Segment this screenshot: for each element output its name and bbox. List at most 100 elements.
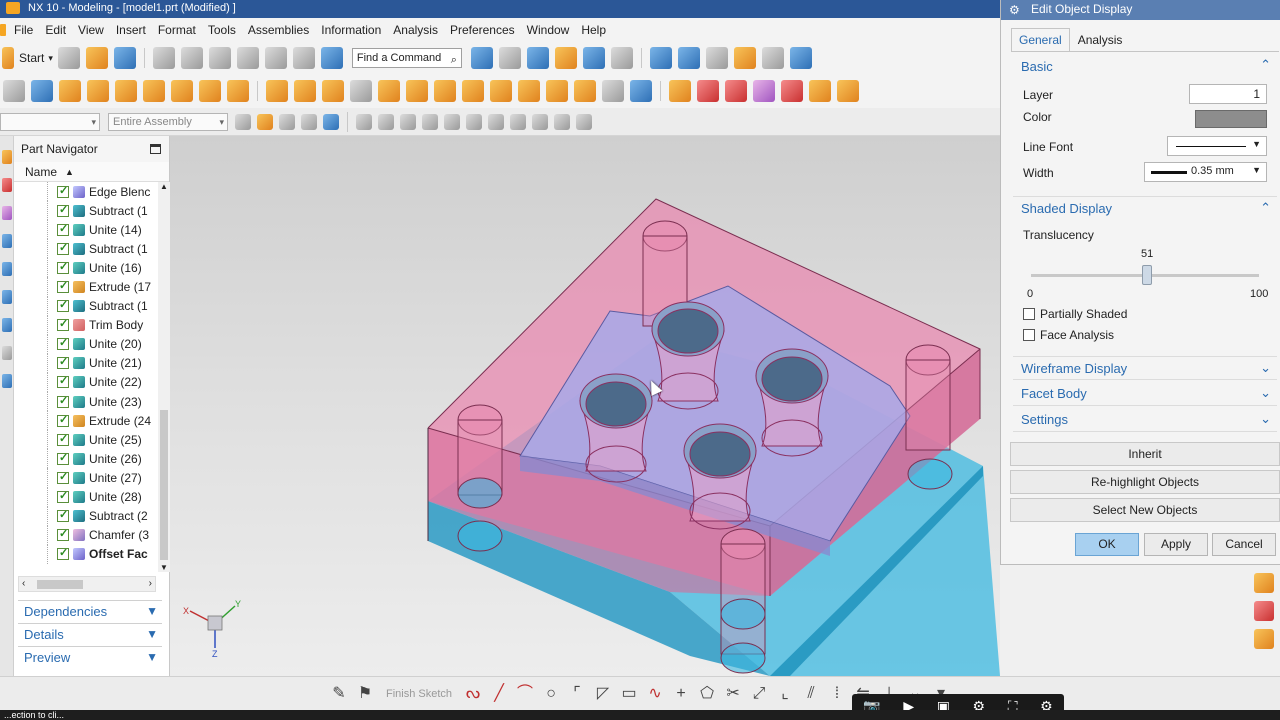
visibility-checkbox[interactable] xyxy=(57,546,69,561)
sync-copy-face-icon[interactable] xyxy=(837,80,859,102)
undo-icon[interactable] xyxy=(236,47,259,69)
vertical-scrollbar[interactable]: ▲ ▼ xyxy=(158,182,170,572)
chamfer-icon[interactable] xyxy=(518,80,540,102)
copy-icon[interactable] xyxy=(180,47,203,69)
make-corner-icon[interactable]: ⌞ xyxy=(776,685,794,703)
feature-tree-row[interactable]: Extrude (17 xyxy=(14,277,158,297)
visibility-checkbox[interactable] xyxy=(57,184,69,198)
pattern-feature-icon[interactable] xyxy=(266,80,288,102)
snap-existing-icon[interactable] xyxy=(554,113,570,130)
open-folder-icon[interactable] xyxy=(85,47,108,69)
translucency-slider-thumb[interactable] xyxy=(1142,265,1152,285)
visibility-checkbox[interactable] xyxy=(57,317,69,332)
process-studio-icon[interactable] xyxy=(2,346,12,360)
cancel-button[interactable]: Cancel xyxy=(1212,533,1276,556)
wireframe-display-section-header[interactable]: Wireframe Display ⌄ xyxy=(1013,356,1277,380)
select-new-objects-button[interactable]: Select New Objects xyxy=(1010,498,1280,522)
reuse-library-icon[interactable] xyxy=(2,234,12,248)
start-button[interactable]: Start xyxy=(17,51,46,65)
quick-trim-icon[interactable]: ✂ xyxy=(724,685,742,703)
wcs-icon[interactable] xyxy=(705,47,728,69)
paste-icon[interactable] xyxy=(208,47,231,69)
start-dropdown-icon[interactable]: ▾ xyxy=(46,53,55,64)
feature-tree-row[interactable]: Subtract (1 xyxy=(14,296,158,316)
touch-mode-icon[interactable] xyxy=(320,47,343,69)
scroll-down-icon[interactable]: ▼ xyxy=(160,563,168,572)
feature-tree-row[interactable]: Extrude (24 xyxy=(14,411,158,431)
save-icon[interactable] xyxy=(113,47,136,69)
snap-point-on-curve-icon[interactable] xyxy=(488,113,504,130)
pattern-curve-icon[interactable]: ⁞ xyxy=(828,685,846,703)
menu-window[interactable]: Window xyxy=(521,23,576,37)
menu-format[interactable]: Format xyxy=(152,23,202,37)
menu-information[interactable]: Information xyxy=(315,23,387,37)
system-materials-icon[interactable] xyxy=(2,318,12,332)
type-filter-select[interactable]: ▾ xyxy=(0,112,100,131)
repeat-command-icon[interactable] xyxy=(292,47,315,69)
ok-button[interactable]: OK xyxy=(1075,533,1139,556)
feature-tree-row[interactable]: Unite (23) xyxy=(14,392,158,412)
visibility-checkbox[interactable] xyxy=(57,298,69,313)
feature-tree-row[interactable]: Unite (26) xyxy=(14,449,158,469)
datum-axis-icon[interactable] xyxy=(630,80,652,102)
pocket-icon[interactable] xyxy=(143,80,165,102)
maximize-icon[interactable] xyxy=(150,144,161,154)
snap-center-icon[interactable] xyxy=(444,113,460,130)
menu-assemblies[interactable]: Assemblies xyxy=(242,23,315,37)
select-all-icon[interactable] xyxy=(235,113,251,130)
feature-tree-row[interactable]: Chamfer (3 xyxy=(14,525,158,545)
find-command-input[interactable]: Find a Command ⌕ xyxy=(351,48,462,68)
snap-end-icon[interactable] xyxy=(356,113,372,130)
feature-tree-row[interactable]: Trim Body xyxy=(14,315,158,335)
point-icon[interactable]: + xyxy=(672,685,690,703)
edge-blend-icon[interactable] xyxy=(490,80,512,102)
roles-icon[interactable] xyxy=(2,374,12,388)
menu-edit[interactable]: Edit xyxy=(39,23,72,37)
feature-tree-row[interactable]: Unite (22) xyxy=(14,372,158,393)
scroll-right-icon[interactable]: › xyxy=(149,578,152,589)
layer-settings-icon[interactable] xyxy=(554,47,577,69)
feature-tree-row[interactable]: Subtract (1 xyxy=(14,239,158,259)
snap-intersection-icon[interactable] xyxy=(422,113,438,130)
studio-spline-icon[interactable]: ∿ xyxy=(646,685,664,703)
color-swatch[interactable] xyxy=(1195,110,1267,128)
horizontal-scrollbar[interactable]: ‹ › xyxy=(18,576,156,592)
visibility-checkbox[interactable] xyxy=(57,413,69,427)
tab-general[interactable]: General xyxy=(1011,28,1070,52)
preview-section[interactable]: Preview ▼ xyxy=(18,646,162,668)
settings-section-header[interactable]: Settings ⌄ xyxy=(1013,408,1277,432)
assembly-filter-select[interactable]: Entire Assembly ▾ xyxy=(108,112,228,131)
move-object-icon[interactable] xyxy=(677,47,700,69)
unite-icon[interactable] xyxy=(322,80,344,102)
basic-section-header[interactable]: Basic ⌃ xyxy=(1013,54,1277,78)
draft-icon[interactable] xyxy=(546,80,568,102)
finish-sketch-icon[interactable]: ⚑ xyxy=(356,685,374,703)
rectangle-select-icon[interactable] xyxy=(301,113,317,130)
redo-icon[interactable] xyxy=(264,47,287,69)
sync-replace-face-icon[interactable] xyxy=(753,80,775,102)
part-navigator-icon[interactable] xyxy=(2,206,12,220)
visibility-checkbox[interactable] xyxy=(57,451,69,465)
hole-icon[interactable] xyxy=(87,80,109,102)
sync-offset-region-icon[interactable] xyxy=(725,80,747,102)
visibility-checkbox[interactable] xyxy=(57,470,69,484)
polygon-icon[interactable]: ⬠ xyxy=(698,685,716,703)
selection-filter-icon[interactable] xyxy=(761,47,784,69)
sketch-icon[interactable] xyxy=(3,80,25,102)
datum-plane-icon[interactable] xyxy=(602,80,624,102)
intersect-icon[interactable] xyxy=(378,80,400,102)
boss-icon[interactable] xyxy=(115,80,137,102)
general-selection-icon[interactable] xyxy=(257,113,273,130)
inherit-button[interactable]: Inherit xyxy=(1010,442,1280,466)
snap-mid-icon[interactable] xyxy=(378,113,394,130)
new-file-icon[interactable] xyxy=(57,47,80,69)
visibility-checkbox[interactable] xyxy=(57,527,69,542)
material-icon[interactable] xyxy=(1254,601,1274,621)
show-hide-icon[interactable] xyxy=(582,47,605,69)
feature-tree-row[interactable]: Edge Blenc xyxy=(14,182,158,202)
menu-analysis[interactable]: Analysis xyxy=(387,23,444,37)
menu-tools[interactable]: Tools xyxy=(202,23,242,37)
rectangle-icon[interactable]: ▭ xyxy=(620,685,638,703)
slot-icon[interactable] xyxy=(199,80,221,102)
measure-icon[interactable] xyxy=(789,47,812,69)
